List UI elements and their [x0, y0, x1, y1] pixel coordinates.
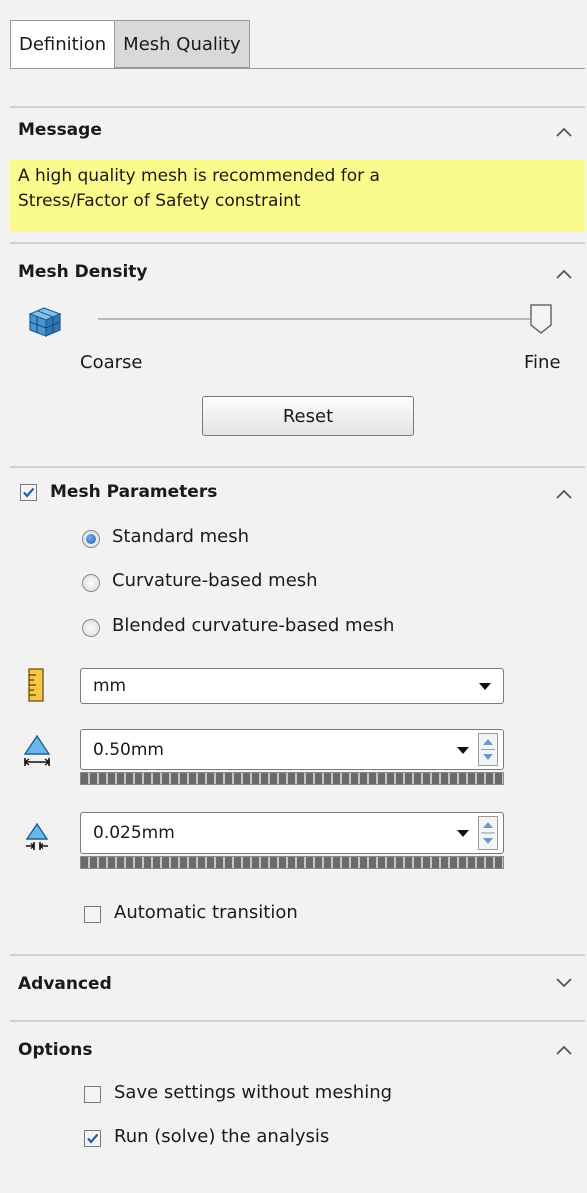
section-divider	[10, 466, 585, 468]
element-size-value: 0.50mm	[93, 739, 164, 760]
reset-button[interactable]: Reset	[202, 396, 414, 436]
unit-value: mm	[93, 676, 127, 696]
standard-mesh-radio[interactable]	[82, 530, 100, 548]
automatic-transition-label: Automatic transition	[114, 902, 298, 923]
section-divider	[10, 242, 585, 244]
mesh-density-slider-track[interactable]	[98, 318, 530, 320]
tab-definition[interactable]: Definition	[10, 20, 116, 69]
curvature-based-mesh-label: Curvature-based mesh	[112, 570, 318, 591]
mesh-parameters-title: Mesh Parameters	[50, 482, 218, 502]
element-size-field[interactable]: 0.50mm	[80, 729, 504, 770]
element-size-stepper[interactable]	[478, 733, 498, 766]
section-divider	[10, 106, 585, 108]
tab-bar: Definition Mesh Quality	[10, 20, 250, 69]
element-size-icon	[22, 734, 52, 772]
message-text-line: Stress/Factor of Safety constraint	[18, 191, 301, 211]
advanced-title: Advanced	[18, 974, 112, 994]
blended-curvature-mesh-radio[interactable]	[82, 619, 100, 637]
fine-label: Fine	[524, 352, 561, 373]
chevron-up-icon[interactable]	[555, 126, 573, 138]
tolerance-value: 0.025mm	[93, 823, 175, 843]
mesh-density-title: Mesh Density	[18, 262, 148, 282]
mesh-cube-icon	[26, 304, 66, 342]
section-divider	[10, 954, 585, 956]
run-analysis-label: Run (solve) the analysis	[114, 1126, 330, 1147]
tolerance-field[interactable]: 0.025mm	[80, 812, 504, 854]
chevron-down-icon[interactable]	[457, 830, 469, 837]
save-without-meshing-checkbox[interactable]	[84, 1086, 101, 1103]
tolerance-stepper[interactable]	[478, 816, 498, 850]
tab-mesh-quality[interactable]: Mesh Quality	[114, 20, 250, 68]
blended-curvature-mesh-label: Blended curvature-based mesh	[112, 615, 395, 636]
message-box: A high quality mesh is recommended for a…	[10, 160, 585, 232]
chevron-up-icon[interactable]	[555, 268, 573, 280]
mesh-density-slider-thumb[interactable]	[529, 303, 553, 335]
automatic-transition-checkbox[interactable]	[84, 906, 101, 923]
run-analysis-checkbox[interactable]	[84, 1130, 101, 1147]
tolerance-slider[interactable]	[80, 856, 504, 869]
options-title: Options	[18, 1040, 93, 1060]
coarse-label: Coarse	[80, 352, 143, 373]
curvature-based-mesh-radio[interactable]	[82, 574, 100, 592]
section-divider	[10, 1020, 585, 1022]
save-without-meshing-label: Save settings without meshing	[114, 1082, 393, 1103]
ruler-icon	[26, 668, 46, 706]
chevron-up-icon[interactable]	[555, 1044, 573, 1056]
element-size-slider[interactable]	[80, 772, 504, 785]
tab-baseline	[10, 68, 585, 69]
mesh-parameters-checkbox[interactable]	[20, 484, 37, 501]
unit-select[interactable]: mm	[80, 668, 504, 704]
standard-mesh-label: Standard mesh	[112, 526, 250, 547]
message-text-line: A high quality mesh is recommended for a	[18, 166, 380, 186]
chevron-down-icon[interactable]	[555, 976, 573, 988]
chevron-down-icon	[479, 683, 491, 690]
tolerance-icon	[22, 822, 52, 856]
chevron-down-icon[interactable]	[457, 747, 469, 754]
chevron-up-icon[interactable]	[555, 488, 573, 500]
message-title: Message	[18, 120, 102, 140]
